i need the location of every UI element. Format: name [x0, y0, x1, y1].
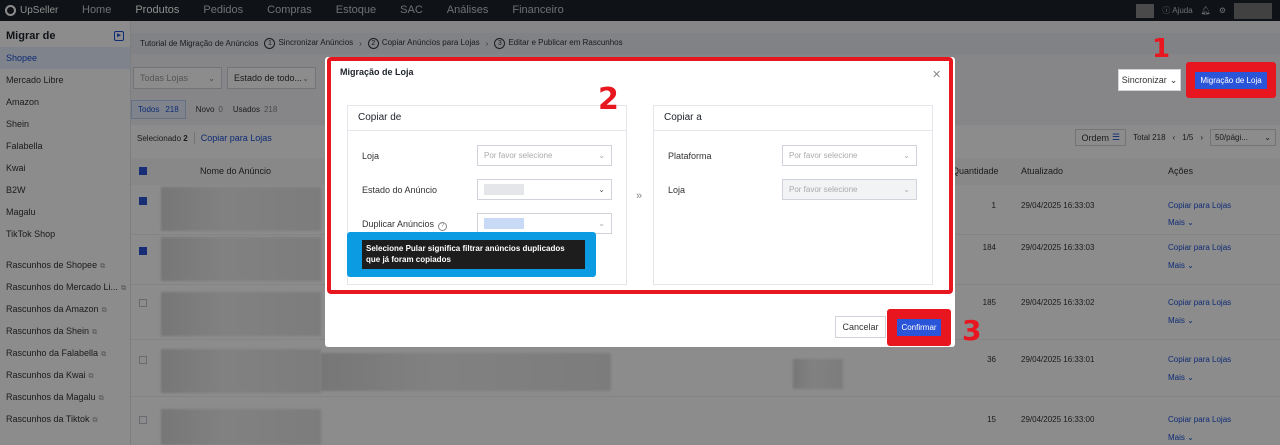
- store-migration-button[interactable]: Migração de Loja: [1195, 71, 1267, 89]
- dialog-highlight: [327, 57, 953, 294]
- annotation-3: 3: [962, 314, 982, 347]
- migrate-highlight: Migração de Loja: [1186, 62, 1276, 98]
- confirm-button[interactable]: Confirmar: [897, 319, 941, 336]
- annotation-1: 1: [1152, 34, 1171, 64]
- chevron-down-icon: ⌄: [1169, 74, 1178, 85]
- sync-label: Sincronizar: [1121, 75, 1167, 85]
- confirm-highlight: Confirmar: [887, 309, 951, 346]
- annotation-2: 2: [598, 82, 619, 117]
- cancel-button[interactable]: Cancelar: [835, 316, 886, 338]
- sync-button[interactable]: Sincronizar ⌄: [1118, 69, 1181, 91]
